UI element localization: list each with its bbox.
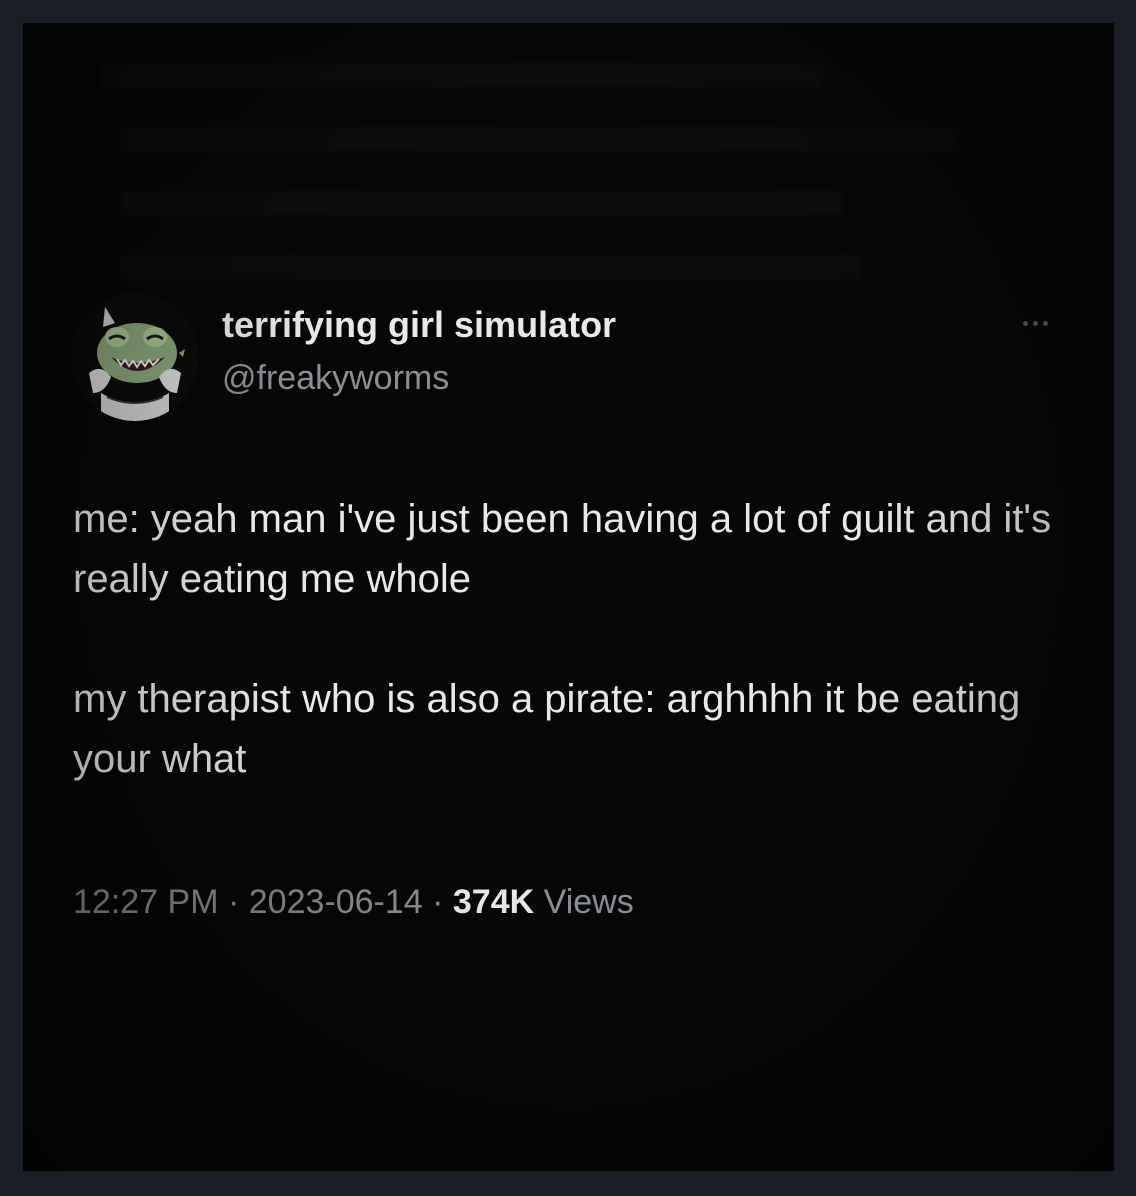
avatar[interactable]: [71, 293, 199, 421]
views-count: 374K: [452, 883, 535, 921]
meta-separator: ·: [218, 883, 249, 921]
tweet-meta: 12:27 PM · 2023-06-14 · 374K Views: [73, 880, 634, 924]
avatar-frog-icon: [71, 293, 199, 421]
screenshot-frame: terrifying girl simulator @freakyworms m…: [0, 0, 1136, 1196]
user-handle[interactable]: @freakyworms: [222, 356, 449, 400]
tweet-paragraph: me: yeah man i've just been having a lot…: [73, 497, 1052, 601]
tweet-paragraph: my therapist who is also a pirate: arghh…: [73, 677, 1021, 781]
tweet-text: me: yeah man i've just been having a lot…: [73, 489, 1083, 789]
views-label: Views: [543, 883, 634, 921]
tweet-time[interactable]: 12:27 PM: [73, 883, 219, 921]
meta-separator: ·: [422, 883, 453, 921]
tweet-date[interactable]: 2023-06-14: [249, 883, 423, 921]
background-texture: [78, 53, 1028, 279]
display-name[interactable]: terrifying girl simulator: [222, 303, 616, 347]
more-options-icon[interactable]: [1019, 313, 1067, 333]
tweet-card: terrifying girl simulator @freakyworms m…: [23, 23, 1114, 1171]
